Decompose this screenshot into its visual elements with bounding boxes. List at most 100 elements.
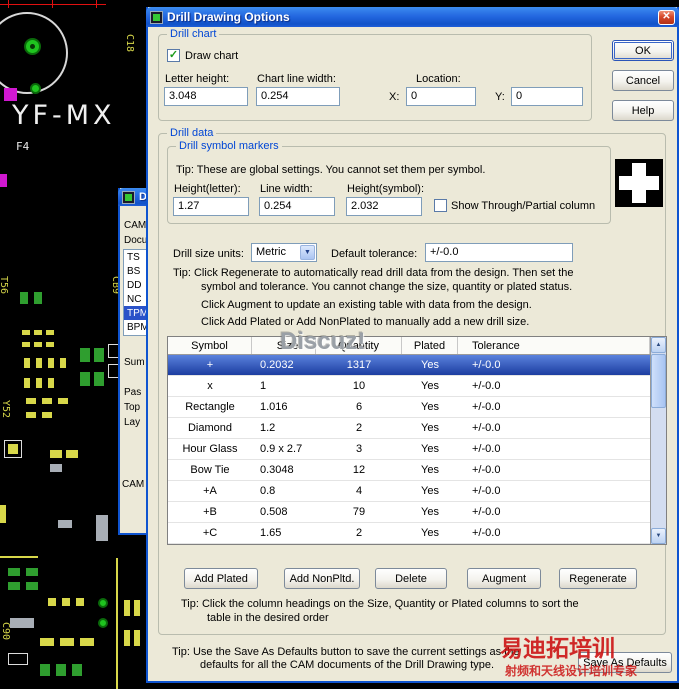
pcb-shape xyxy=(50,464,62,472)
footer-tip-line1: Tip: Use the Save As Defaults button to … xyxy=(172,646,520,658)
table-cell: Hour Glass xyxy=(168,439,252,459)
table-row[interactable]: Diamond1.22Yes+/-0.0 xyxy=(168,418,650,439)
window-title: Drill Drawing Options xyxy=(167,10,290,24)
table-cell: +/-0.0 xyxy=(458,376,650,396)
line-width-input[interactable]: 0.254 xyxy=(259,197,335,216)
drill-table-body: +0.20321317Yes+/-0.0x110Yes+/-0.0Rectang… xyxy=(168,355,650,544)
table-cell: Yes xyxy=(402,397,458,417)
pcb-shape xyxy=(8,0,9,8)
pcb-shape xyxy=(26,398,36,404)
pcb-shape xyxy=(58,398,68,404)
table-row[interactable]: Bow Tie0.304812Yes+/-0.0 xyxy=(168,460,650,481)
table-row[interactable]: +A0.84Yes+/-0.0 xyxy=(168,481,650,502)
pcb-shape xyxy=(36,358,42,368)
pcb-shape xyxy=(36,378,42,388)
close-icon[interactable]: ✕ xyxy=(658,10,675,25)
table-cell: 1.016 xyxy=(252,397,316,417)
drill-drawing-options-dialog: Drill Drawing Options ✕ Drill chart ✓ Dr… xyxy=(146,7,679,683)
tip-line: Click Add Plated or Add NonPlated to man… xyxy=(201,316,529,328)
line-width-label: Line width: xyxy=(260,183,313,195)
tip-line: Click Augment to update an existing tabl… xyxy=(201,299,532,311)
height-letter-input[interactable]: 1.27 xyxy=(173,197,249,216)
brand-watermark: 易迪拓培训 xyxy=(500,629,615,663)
pcb-shape xyxy=(124,630,130,646)
table-cell: +/-0.0 xyxy=(458,523,650,543)
regenerate-button[interactable]: Regenerate xyxy=(559,568,637,589)
add-plated-button[interactable]: Add Plated xyxy=(184,568,258,589)
pcb-shape xyxy=(8,582,20,590)
default-tolerance-input[interactable]: +/-0.0 xyxy=(425,243,573,262)
drill-size-units-select[interactable]: Metric ▼ xyxy=(251,243,317,262)
pcb-shape xyxy=(40,664,50,676)
table-cell: +A xyxy=(168,481,252,501)
pcb-board-title: YF-MX xyxy=(12,100,116,131)
pcb-shape xyxy=(96,0,97,8)
table-row[interactable]: +B0.50879Yes+/-0.0 xyxy=(168,502,650,523)
pcb-shape xyxy=(94,372,104,386)
markers-tip: Tip: These are global settings. You cann… xyxy=(176,164,485,176)
drill-symbol-preview xyxy=(615,159,663,207)
pcb-shape xyxy=(134,630,140,646)
drill-table: Symbol Size Quantity Plated Tolerance +0… xyxy=(167,336,667,545)
location-label: Location: xyxy=(416,73,461,85)
pcb-shape xyxy=(60,638,74,646)
drill-data-legend: Drill data xyxy=(167,127,216,139)
table-cell: 1 xyxy=(252,376,316,396)
pcb-shape xyxy=(34,330,42,335)
chevron-down-icon[interactable]: ▼ xyxy=(300,245,315,260)
table-cell: Rectangle xyxy=(168,397,252,417)
add-nonplated-button[interactable]: Add NonPltd. xyxy=(284,568,360,589)
pcb-shape xyxy=(66,450,78,458)
pcb-shape xyxy=(8,568,20,576)
x-label: X: xyxy=(389,91,399,103)
scroll-up-icon[interactable]: ▲ xyxy=(651,337,666,353)
table-row[interactable]: Hour Glass0.9 x 2.73Yes+/-0.0 xyxy=(168,439,650,460)
table-row[interactable]: +0.20321317Yes+/-0.0 xyxy=(168,355,650,376)
table-row[interactable]: +C1.652Yes+/-0.0 xyxy=(168,523,650,544)
chart-line-width-input[interactable]: 0.254 xyxy=(256,87,340,106)
cam-label: CAM xyxy=(124,220,146,231)
show-partial-checkbox[interactable] xyxy=(434,199,447,212)
pcb-shape xyxy=(72,664,82,676)
draw-chart-checkbox[interactable]: ✓ xyxy=(167,49,180,62)
table-cell: Yes xyxy=(402,439,458,459)
documents-label: Docu xyxy=(124,235,147,246)
column-header-plated[interactable]: Plated xyxy=(402,337,458,354)
pcb-shape xyxy=(48,358,54,368)
scrollbar-thumb[interactable] xyxy=(651,354,666,408)
location-x-input[interactable]: 0 xyxy=(406,87,476,106)
ok-button[interactable]: OK xyxy=(612,40,674,61)
table-row[interactable]: x110Yes+/-0.0 xyxy=(168,376,650,397)
pcb-ref-label: Y52 xyxy=(0,400,11,418)
cancel-button[interactable]: Cancel xyxy=(612,70,674,91)
help-button[interactable]: Help xyxy=(612,100,674,121)
height-symbol-input[interactable]: 2.032 xyxy=(346,197,422,216)
table-cell: 2 xyxy=(316,523,402,543)
location-y-input[interactable]: 0 xyxy=(511,87,583,106)
letter-height-input[interactable]: 3.048 xyxy=(164,87,248,106)
table-cell: + xyxy=(168,355,252,375)
pcb-shape xyxy=(46,342,54,347)
augment-button[interactable]: Augment xyxy=(467,568,541,589)
table-cell: 79 xyxy=(316,502,402,522)
pcb-shape xyxy=(52,0,53,8)
column-header-symbol[interactable]: Symbol xyxy=(168,337,252,354)
pcb-shape xyxy=(26,568,38,576)
column-header-tolerance[interactable]: Tolerance xyxy=(458,337,650,354)
titlebar[interactable]: Drill Drawing Options ✕ xyxy=(146,7,679,27)
table-scrollbar[interactable]: ▲ ▼ xyxy=(650,337,666,544)
scroll-down-icon[interactable]: ▼ xyxy=(651,528,666,544)
pcb-shape xyxy=(60,358,66,368)
pcb-shape xyxy=(58,520,72,528)
table-row[interactable]: Rectangle1.0166Yes+/-0.0 xyxy=(168,397,650,418)
table-cell: 1317 xyxy=(316,355,402,375)
table-cell: Yes xyxy=(402,523,458,543)
pcb-shape xyxy=(116,558,118,689)
pcb-ref-label: F4 xyxy=(16,140,29,153)
pcb-shape xyxy=(24,358,30,368)
drill-chart-legend: Drill chart xyxy=(167,28,219,40)
delete-button[interactable]: Delete xyxy=(375,568,447,589)
drill-symbol-markers-legend: Drill symbol markers xyxy=(176,140,282,152)
pcb-shape xyxy=(22,330,30,335)
table-cell: 0.9 x 2.7 xyxy=(252,439,316,459)
